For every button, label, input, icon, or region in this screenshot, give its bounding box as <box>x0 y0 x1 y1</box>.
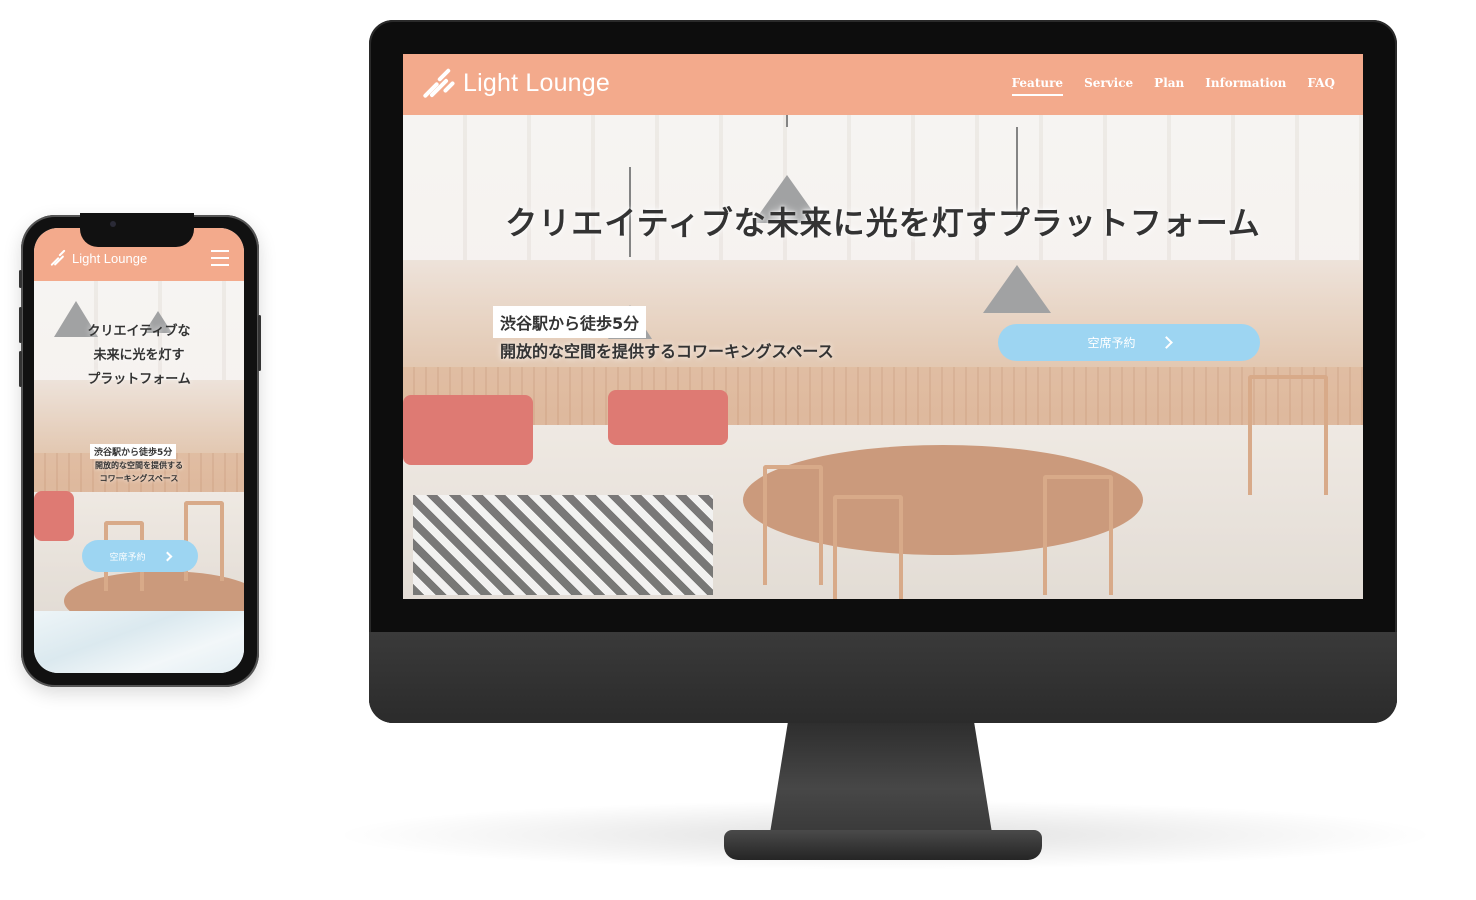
phone-notch <box>80 213 194 247</box>
nav-plan[interactable]: Plan <box>1154 76 1184 96</box>
monitor-stand-base <box>724 830 1042 860</box>
mobile-hero-title: クリエイティブな 未来に光を灯す プラットフォーム <box>87 324 191 387</box>
reserve-button[interactable]: 空席予約 <box>998 324 1260 361</box>
logo-text: Light Lounge <box>72 250 148 266</box>
mobile-logo[interactable]: Light Lounge <box>50 249 148 267</box>
mobile-hero-access-label: 渋谷駅から徒歩5分 <box>90 444 177 459</box>
main-nav: Feature Service Plan Information FAQ <box>1011 76 1335 96</box>
mobile-hero-description: 開放的な空間を提供する コワーキングスペース <box>95 461 183 483</box>
mobile-reserve-button[interactable]: 空席予約 <box>82 540 198 572</box>
logo-text: Light Lounge <box>463 68 610 97</box>
light-logo-icon <box>50 249 68 267</box>
desktop-screen: Light Lounge Feature Service Plan Inform… <box>403 54 1363 599</box>
hero-title: クリエイティブな未来に光を灯すプラットフォーム <box>505 204 1261 242</box>
mobile-screen: Light Lounge クリエイティブな 未来に光を灯す プラットフォーム 渋… <box>34 228 244 673</box>
nav-feature[interactable]: Feature <box>1011 76 1064 96</box>
mobile-next-section <box>34 611 244 673</box>
hero-description: 開放的な空間を提供するコワーキングスペース <box>500 342 834 361</box>
chevron-right-icon <box>162 551 172 561</box>
nav-faq[interactable]: FAQ <box>1307 76 1335 96</box>
nav-service[interactable]: Service <box>1084 76 1133 96</box>
nav-information[interactable]: Information <box>1205 76 1286 96</box>
monitor-chin <box>369 632 1397 723</box>
hamburger-icon[interactable] <box>211 250 229 266</box>
chevron-right-icon <box>1159 336 1173 349</box>
site-logo[interactable]: Light Lounge <box>422 67 610 99</box>
light-logo-icon <box>422 67 456 99</box>
reserve-button-label: 空席予約 <box>109 552 146 563</box>
reserve-button-label: 空席予約 <box>1087 336 1136 350</box>
hero-access-label: 渋谷駅から徒歩5分 <box>493 306 647 338</box>
monitor-stand-neck <box>770 723 992 833</box>
site-header: Light Lounge Feature Service Plan Inform… <box>403 54 1363 115</box>
